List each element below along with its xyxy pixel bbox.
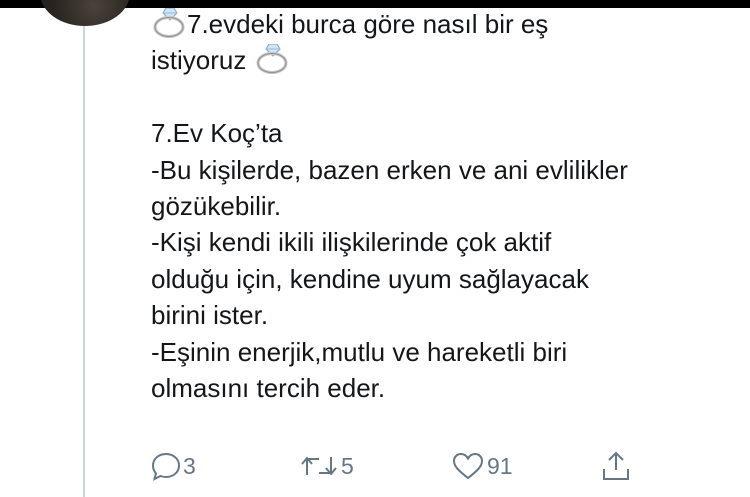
reply-icon — [151, 452, 181, 481]
retweet-icon — [301, 456, 337, 476]
retweet-button[interactable]: 5 — [299, 446, 354, 486]
heart-icon — [452, 452, 484, 480]
tweet-text: 7.evdeki burca göre nasıl bir eş istiyor… — [151, 6, 731, 406]
reply-count: 3 — [183, 452, 196, 479]
ring-icon — [153, 8, 185, 38]
avatar[interactable] — [40, 0, 130, 26]
tweet-line: olduğu için, kendine uyum sağlayacak — [151, 263, 589, 294]
tweet-line: olmasını tercih eder. — [151, 372, 386, 403]
tweet-line: 7.evdeki burca göre nasıl bir eş — [151, 6, 731, 42]
tweet-line: birini ister. — [151, 300, 269, 331]
tweet-line-text: 7.evdeki burca göre nasıl bir eş — [187, 9, 549, 39]
tweet-actions: 3 5 91 — [151, 446, 651, 486]
share-icon — [603, 451, 629, 480]
tweet-line: 7.Ev Koç’ta — [151, 118, 283, 149]
like-button[interactable]: 91 — [451, 446, 513, 486]
tweet-line-text: istiyoruz — [151, 45, 247, 76]
tweet-line: -Kişi kendi ikili ilişkilerinde çok akti… — [151, 227, 552, 258]
thread-line — [83, 26, 85, 497]
tweet-line: istiyoruz — [151, 42, 731, 78]
retweet-count: 5 — [341, 452, 354, 479]
tweet-line: -Eşinin enerjik,mutlu ve hareketli biri — [151, 336, 568, 367]
tweet-line: gözükebilir. — [151, 190, 282, 221]
like-count: 91 — [487, 452, 513, 479]
tweet-line: -Bu kişilerde, bazen erken ve ani evlili… — [151, 154, 628, 185]
reply-button[interactable]: 3 — [151, 446, 196, 486]
ring-icon — [255, 44, 288, 75]
share-button[interactable] — [599, 446, 633, 486]
